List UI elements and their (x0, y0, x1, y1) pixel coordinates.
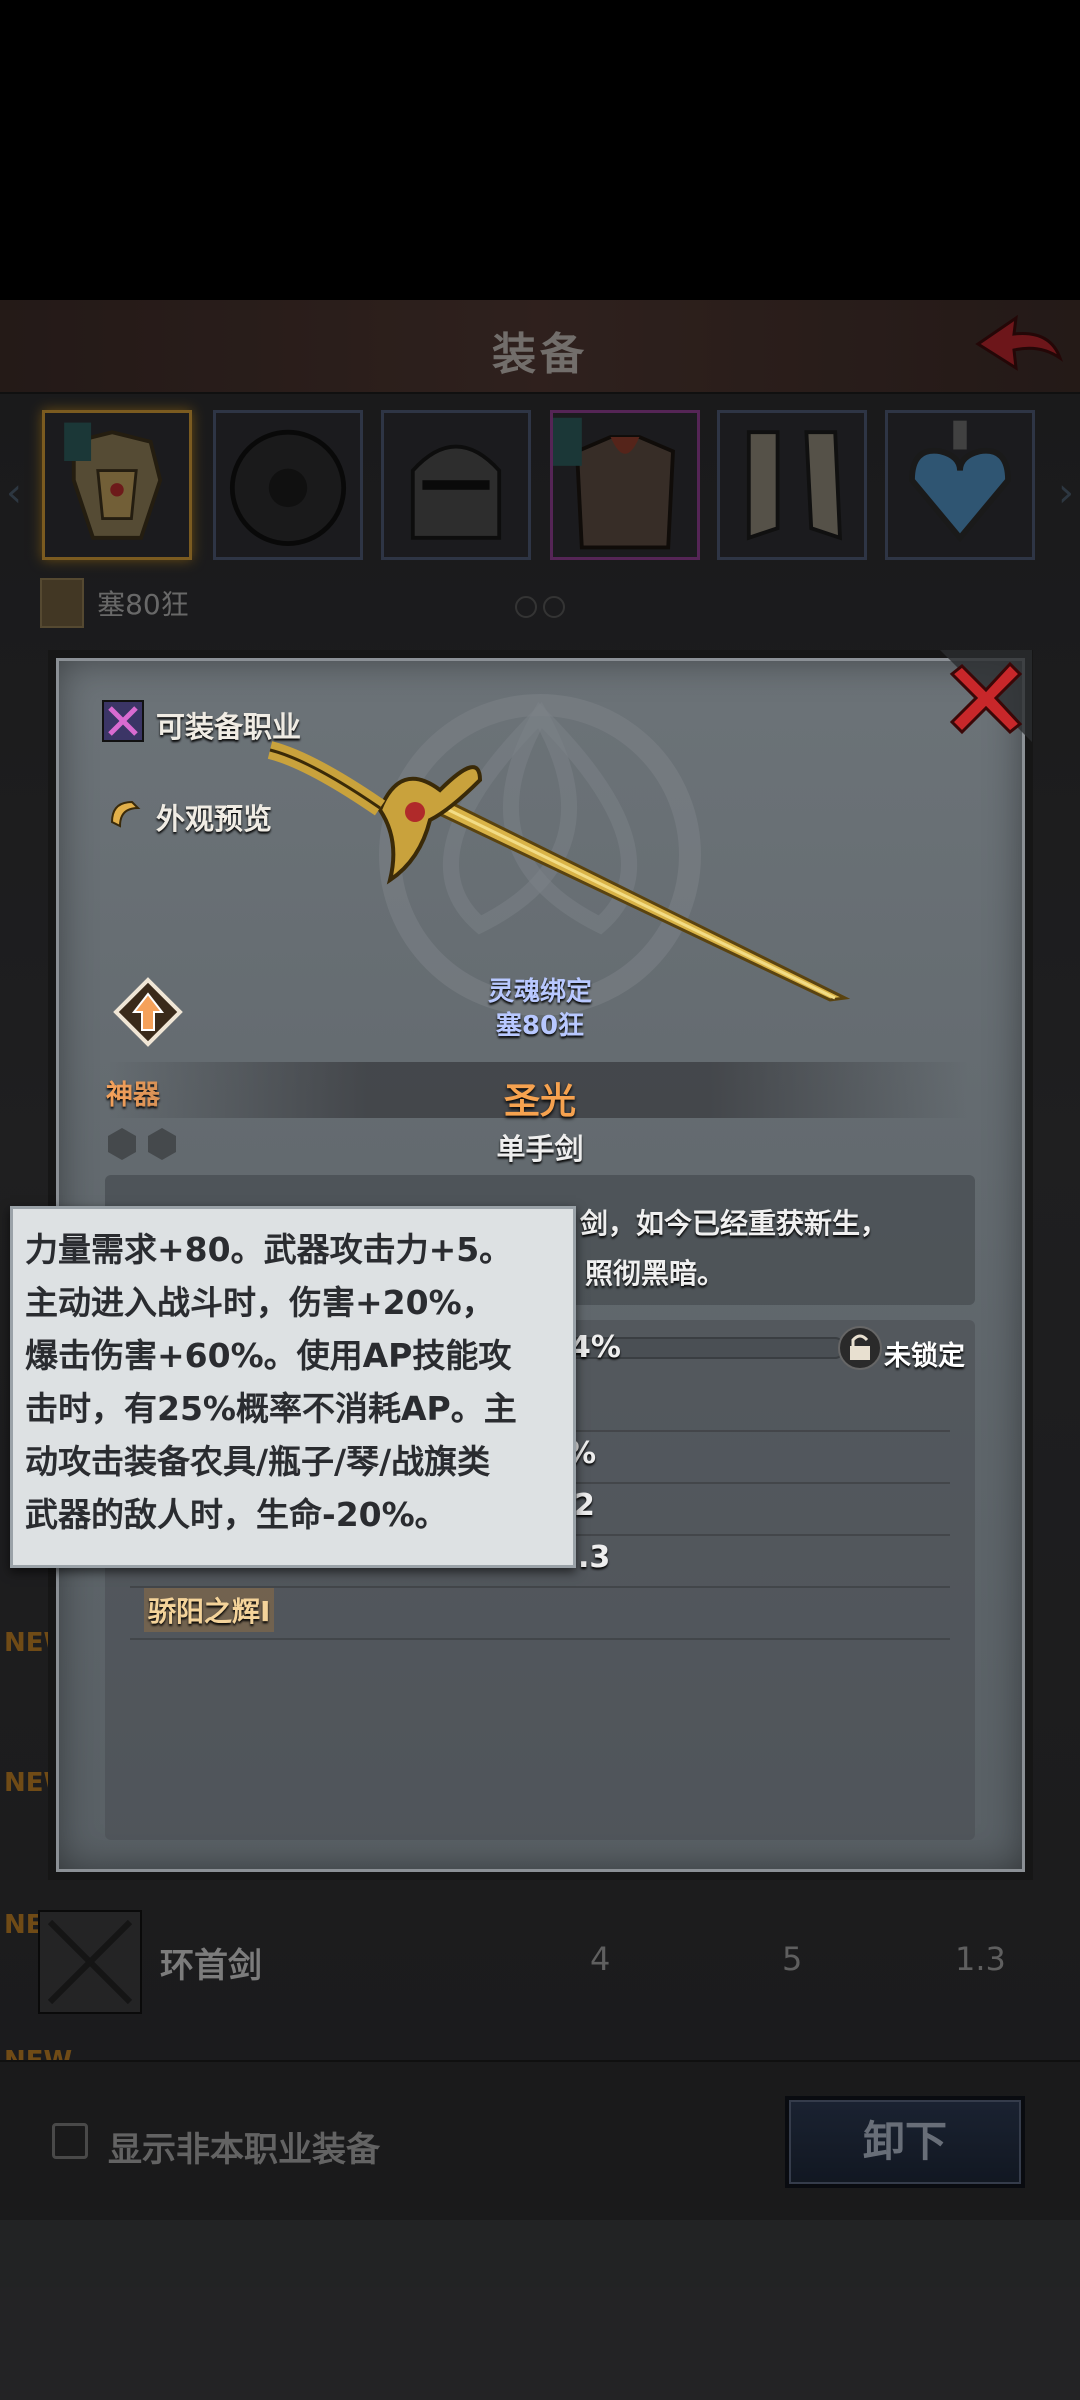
progress-percent: 4% (570, 1330, 621, 1365)
tooltip-line: 爆击伤害+60%。使用AP技能攻 (25, 1336, 512, 1375)
close-button[interactable] (940, 650, 1032, 742)
soul-bound-badge: 灵魂绑定 塞80狂 (430, 975, 650, 1043)
item-name: 圣光 (503, 1081, 576, 1122)
stat-value-2: 2 (574, 1488, 595, 1523)
stat-value-3: .3 (578, 1540, 611, 1575)
description-line-1: 剑，如今已经重获新生， (580, 1207, 889, 1240)
status-bar-area (0, 0, 1080, 300)
artifact-rarity-icon (113, 977, 183, 1047)
perk-name[interactable]: 骄阳之辉I (144, 1588, 275, 1632)
appearance-icon[interactable] (104, 792, 146, 834)
soul-bound-owner: 塞80狂 (495, 1011, 585, 1041)
tooltip-line: 武器的敌人时，生命-20%。 (25, 1495, 448, 1534)
close-icon (940, 650, 1032, 742)
soul-bound-label: 灵魂绑定 (487, 977, 592, 1007)
tooltip-line: 动攻击装备农具/瓶子/琴/战旗类 (25, 1442, 491, 1481)
divider (130, 1638, 950, 1640)
unlock-icon[interactable] (838, 1326, 882, 1370)
description-line-2: 照彻黑暗。 (585, 1257, 726, 1290)
tooltip-line: 力量需求+80。武器攻击力+5。 (25, 1230, 513, 1269)
tooltip-line: 击时，有25%概率不消耗AP。主 (25, 1389, 517, 1428)
perk-tooltip: 力量需求+80。武器攻击力+5。 主动进入战斗时，伤害+20%， 爆击伤害+60… (10, 1206, 576, 1568)
class-icon[interactable] (102, 700, 144, 742)
lock-status[interactable]: 未锁定 (884, 1334, 965, 1373)
tooltip-line: 主动进入战斗时，伤害+20%， (25, 1283, 495, 1322)
item-type: 单手剑 (496, 1132, 584, 1166)
